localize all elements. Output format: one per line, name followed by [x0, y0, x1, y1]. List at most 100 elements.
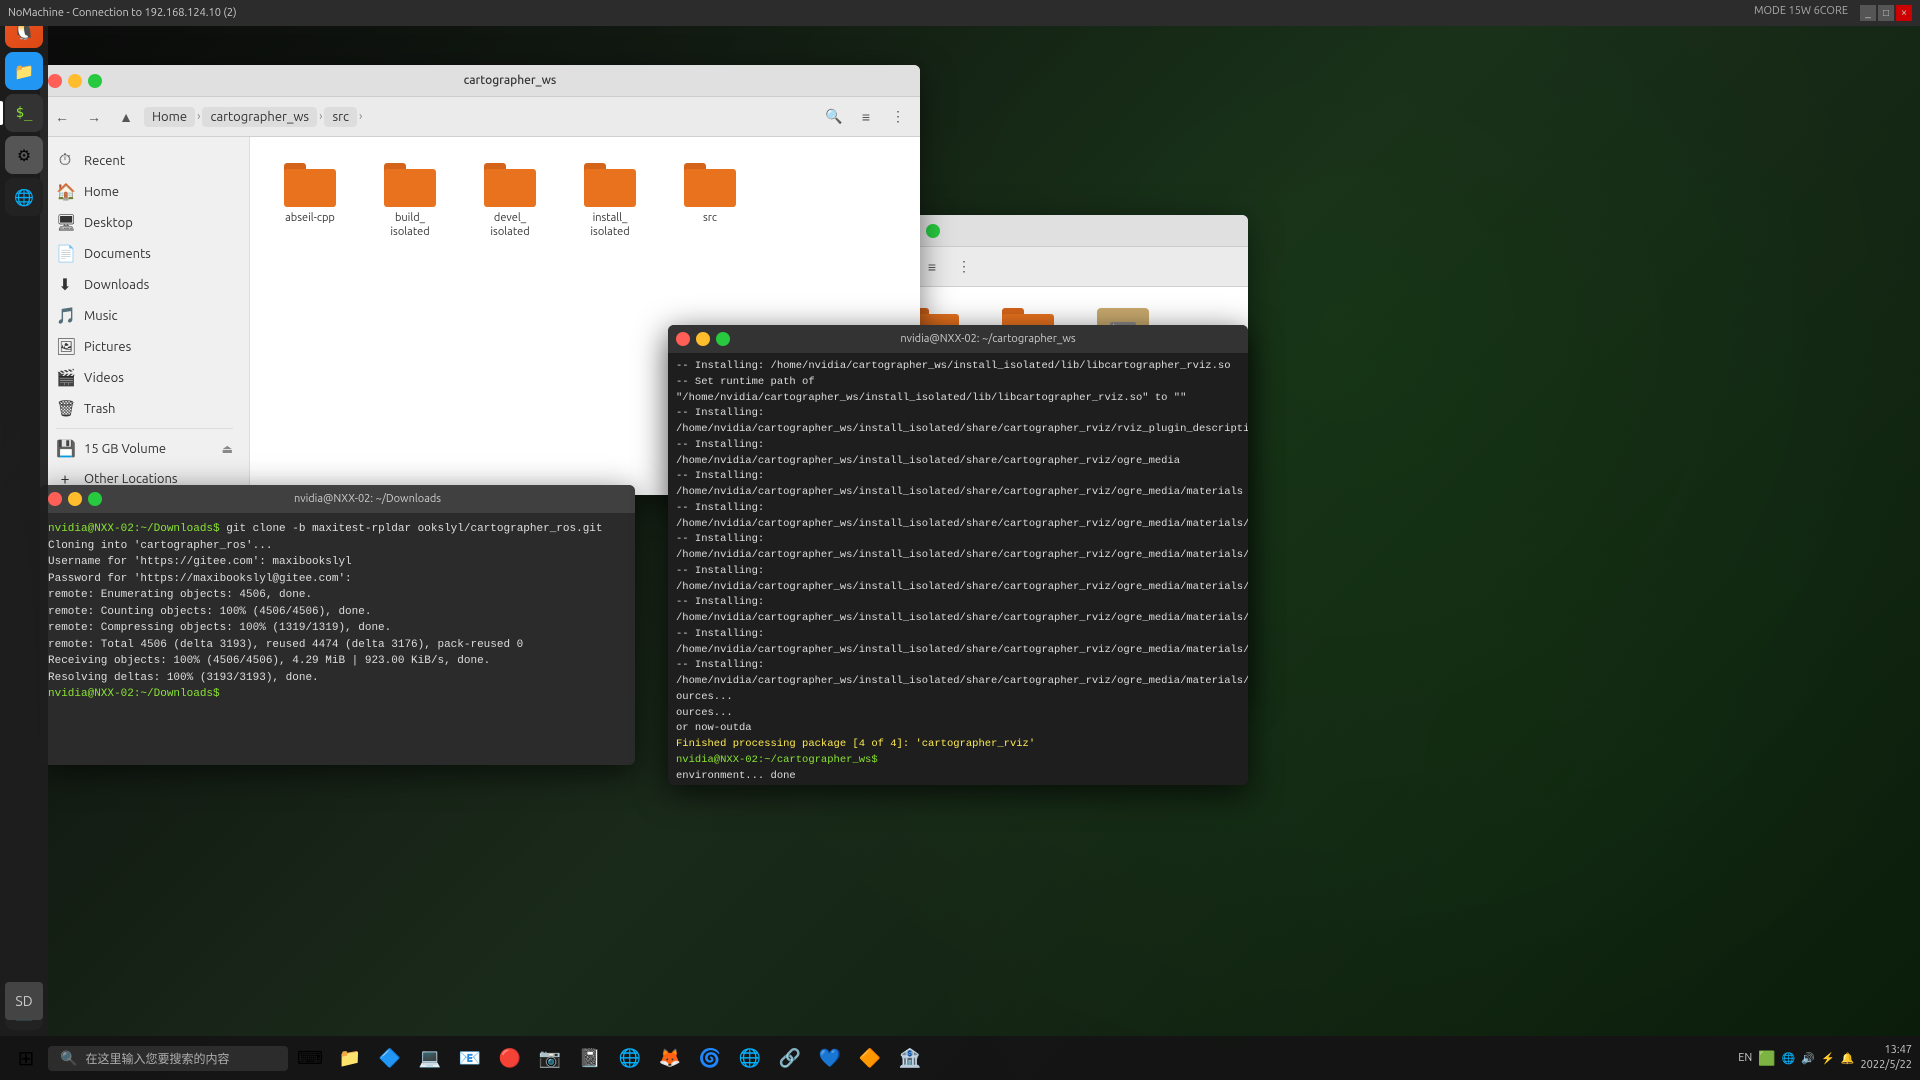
nomachine-title: NoMachine - Connection to 192.168.124.10… [8, 7, 1754, 19]
terminal-1-close-btn[interactable] [48, 492, 62, 506]
folder-build-isolated-label: build_isolated [390, 211, 429, 240]
sidebar-downloads[interactable]: ⬇ Downloads [40, 269, 249, 300]
folder-devel-isolated-label: devel_isolated [490, 211, 529, 240]
folder-devel-isolated[interactable]: devel_isolated [470, 157, 550, 246]
fm2-view-btn[interactable]: ≡ [918, 253, 946, 281]
sidebar-volume[interactable]: 💾 15 GB Volume ⏏ [40, 433, 249, 464]
sidebar-music[interactable]: 🎵 Music [40, 300, 249, 331]
sidebar-home[interactable]: 🏠 Home [40, 176, 249, 207]
taskbar-battery-icon[interactable]: ⚡ [1821, 1052, 1835, 1065]
sidebar-documents-label: Documents [84, 247, 151, 261]
breadcrumb-src[interactable]: src [324, 107, 357, 127]
desktop-icon: 🖥 [56, 213, 74, 232]
documents-icon: 📄 [56, 244, 74, 263]
taskbar-app-edge[interactable]: 🔗 [772, 1040, 808, 1076]
fm1-min-btn[interactable] [68, 74, 82, 88]
terminal-2-title: nvidia@NXX-02: ~/cartographer_ws [736, 333, 1240, 345]
taskbar-app-camera[interactable]: 📷 [532, 1040, 568, 1076]
sidebar-trash-label: Trash [84, 402, 115, 416]
fm2-max-btn[interactable] [926, 224, 940, 238]
taskbar-app-blue[interactable]: 🔷 [372, 1040, 408, 1076]
dock-icon-files[interactable]: 📁 [5, 52, 43, 90]
t2-line-11: -- Installing: /home/nvidia/cartographer… [676, 659, 1248, 687]
taskbar-volume-icon[interactable]: 🔊 [1801, 1052, 1815, 1065]
t2-line-1: -- Installing: /home/nvidia/cartographer… [676, 360, 1231, 372]
fm1-view-btn[interactable]: ≡ [852, 103, 880, 131]
t2-line-5: -- Installing: /home/nvidia/cartographer… [676, 470, 1243, 498]
terminal-2-close-btn[interactable] [676, 332, 690, 346]
folder-src[interactable]: src [670, 157, 750, 246]
taskbar-app-explorer[interactable]: 📁 [332, 1040, 368, 1076]
dock-volume-icon[interactable]: SD [5, 982, 43, 1020]
taskbar-app-mail[interactable]: 📧 [452, 1040, 488, 1076]
fm2-menu-btn[interactable]: ⋮ [950, 253, 978, 281]
sidebar-documents[interactable]: 📄 Documents [40, 238, 249, 269]
taskbar-app-orange[interactable]: 🔶 [852, 1040, 888, 1076]
taskbar-nvidia-icon[interactable]: 🟩 [1758, 1050, 1775, 1067]
nomachine-maximize[interactable]: □ [1878, 5, 1894, 21]
nomachine-minimize[interactable]: _ [1860, 5, 1876, 21]
sidebar-desktop[interactable]: 🖥 Desktop [40, 207, 249, 238]
terminal-1-titlebar: nvidia@NXX-02: ~/Downloads [40, 485, 635, 513]
sidebar-recent-label: Recent [84, 154, 125, 168]
dock-icon-browser[interactable]: 🌐 [5, 178, 43, 216]
music-icon: 🎵 [56, 306, 74, 325]
fm1-search-btn[interactable]: 🔍 [820, 103, 848, 131]
taskbar-app-blue2[interactable]: 💙 [812, 1040, 848, 1076]
fm1-up-btn[interactable]: ▲ [112, 103, 140, 131]
taskbar-app-terminal[interactable]: 💻 [412, 1040, 448, 1076]
fm1-max-btn[interactable] [88, 74, 102, 88]
nomachine-titlebar: NoMachine - Connection to 192.168.124.10… [0, 0, 1920, 26]
taskbar-app-globe[interactable]: 🌐 [732, 1040, 768, 1076]
breadcrumb-home[interactable]: Home [144, 107, 195, 127]
nomachine-close[interactable]: × [1896, 5, 1912, 21]
terminal-2-max-btn[interactable] [716, 332, 730, 346]
sidebar-trash[interactable]: 🗑 Trash [40, 393, 249, 424]
terminal-cartographer: nvidia@NXX-02: ~/cartographer_ws -- Inst… [668, 325, 1248, 785]
sidebar-other-locations-label: Other Locations [84, 472, 178, 486]
eject-icon[interactable]: ⏏ [222, 442, 233, 456]
terminal-1-output-8: Receiving objects: 100% (4506/4506), 4.2… [48, 655, 490, 667]
terminal-1-output-6: remote: Compressing objects: 100% (1319/… [48, 622, 391, 634]
terminal-1-output-3: Password for 'https://maxibookslyl@gitee… [48, 573, 352, 585]
terminal-1-min-btn[interactable] [68, 492, 82, 506]
dock-icon-terminal[interactable]: $_ [5, 94, 43, 132]
t2-line-12: ources... [676, 691, 733, 703]
sidebar-home-label: Home [84, 185, 119, 199]
taskbar-search-box[interactable]: 🔍 在这里输入您要搜索的内容 [48, 1046, 288, 1071]
fm1-forward-btn[interactable]: → [80, 103, 108, 131]
folder-build-isolated[interactable]: build_isolated [370, 157, 450, 246]
sidebar-videos-label: Videos [84, 371, 124, 385]
taskbar-app-bank[interactable]: 🏦 [892, 1040, 928, 1076]
folder-build-isolated-icon [384, 163, 436, 207]
sidebar-pictures[interactable]: 🖼 Pictures [40, 331, 249, 362]
terminal-2-body[interactable]: -- Installing: /home/nvidia/cartographer… [668, 353, 1248, 785]
taskbar-app-circle[interactable]: 🌀 [692, 1040, 728, 1076]
dock-icon-settings[interactable]: ⚙ [5, 136, 43, 174]
taskbar-task-view[interactable]: ⌨ [292, 1040, 328, 1076]
taskbar-lang-icon[interactable]: EN [1738, 1052, 1752, 1064]
application-dock: 🐧 📁 $_ ⚙ 🌐 🔄 SD [0, 0, 48, 1080]
taskbar-app-red[interactable]: 🔴 [492, 1040, 528, 1076]
taskbar-app-teams[interactable]: 🌐 [612, 1040, 648, 1076]
breadcrumb-cartographer[interactable]: cartographer_ws [202, 107, 317, 127]
terminal-1-body[interactable]: nvidia@NXX-02:~/Downloads$ git clone -b … [40, 513, 635, 765]
fm1-close-btn[interactable] [48, 74, 62, 88]
taskbar-clock[interactable]: 13:47 2022/5/22 [1860, 1043, 1912, 1074]
fm1-back-btn[interactable]: ← [48, 103, 76, 131]
sidebar-videos[interactable]: 🎬 Videos [40, 362, 249, 393]
folder-install-isolated[interactable]: install_isolated [570, 157, 650, 246]
taskbar-app-firefox[interactable]: 🦊 [652, 1040, 688, 1076]
taskbar-search-label: 在这里输入您要搜索的内容 [85, 1050, 229, 1067]
taskbar-notification-icon[interactable]: 🔔 [1841, 1052, 1855, 1065]
taskbar-app-onenote[interactable]: 📓 [572, 1040, 608, 1076]
taskbar-windows-btn[interactable]: ⊞ [8, 1040, 44, 1076]
terminal-1-prompt-2: nvidia@NXX-02:~/Downloads$ [48, 688, 220, 700]
terminal-1-max-btn[interactable] [88, 492, 102, 506]
taskbar-network-icon[interactable]: 🌐 [1782, 1052, 1796, 1065]
fm1-menu-btn[interactable]: ⋮ [884, 103, 912, 131]
folder-abseil-cpp[interactable]: abseil-cpp [270, 157, 350, 246]
t2-line-8: -- Installing: /home/nvidia/cartographer… [676, 565, 1248, 593]
sidebar-recent[interactable]: ⏱ Recent [40, 145, 249, 176]
terminal-2-min-btn[interactable] [696, 332, 710, 346]
